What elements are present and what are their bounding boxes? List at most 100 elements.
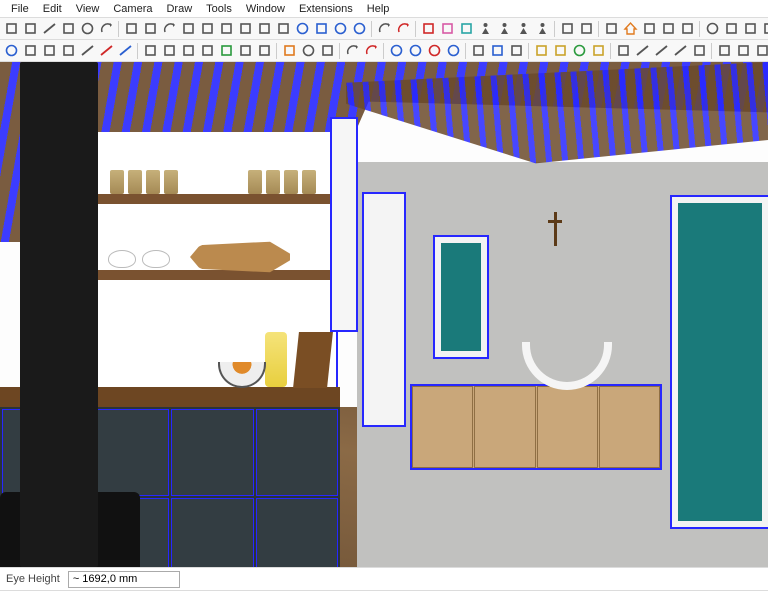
orbit-blue-icon[interactable] <box>444 42 462 60</box>
menu-view[interactable]: View <box>69 2 107 16</box>
toolbar-separator <box>528 43 529 59</box>
offset-icon[interactable] <box>198 20 216 38</box>
model-viewport[interactable] <box>0 62 768 567</box>
palette2-icon[interactable] <box>551 42 569 60</box>
walk-icon[interactable] <box>476 20 494 38</box>
toolbar-separator <box>465 43 466 59</box>
teapot <box>142 250 170 268</box>
curic1-icon[interactable] <box>753 42 768 60</box>
page3-icon[interactable] <box>659 20 677 38</box>
position-camera-icon[interactable] <box>514 20 532 38</box>
edge-icon[interactable] <box>78 42 96 60</box>
eraser-icon[interactable] <box>59 42 77 60</box>
warn-icon[interactable] <box>280 42 298 60</box>
plugin-e-icon[interactable] <box>236 42 254 60</box>
structural-column <box>330 117 358 332</box>
pushpull-icon[interactable] <box>122 20 140 38</box>
layers-blue-icon[interactable] <box>488 42 506 60</box>
select-icon[interactable] <box>21 42 39 60</box>
redo-icon[interactable] <box>394 20 412 38</box>
menu-edit[interactable]: Edit <box>36 2 69 16</box>
page2-icon[interactable] <box>640 20 658 38</box>
toolbar-separator <box>699 21 700 37</box>
zoom-extents-icon[interactable] <box>350 20 368 38</box>
menu-help[interactable]: Help <box>360 2 397 16</box>
zoom-extents-icon[interactable] <box>406 42 424 60</box>
plugin2-icon[interactable] <box>741 20 759 38</box>
next-scene-icon[interactable] <box>577 20 595 38</box>
axis-icon[interactable] <box>116 42 134 60</box>
toolbar-row-1 <box>0 18 768 40</box>
spiral-icon[interactable] <box>570 42 588 60</box>
layers-icon[interactable] <box>469 42 487 60</box>
eraser-icon[interactable] <box>21 20 39 38</box>
line-icon[interactable] <box>40 20 58 38</box>
toolbar-separator <box>276 43 277 59</box>
sideboard <box>410 384 662 470</box>
prev-scene-icon[interactable] <box>558 20 576 38</box>
globe-icon[interactable] <box>703 20 721 38</box>
arc-icon[interactable] <box>97 20 115 38</box>
protractor-icon[interactable] <box>236 20 254 38</box>
box-icon[interactable] <box>734 42 752 60</box>
vcb-input[interactable] <box>68 571 180 588</box>
palette-icon[interactable] <box>532 42 550 60</box>
rbz-pink-icon[interactable] <box>438 20 456 38</box>
text-icon[interactable] <box>255 20 273 38</box>
zoom-window-icon[interactable] <box>2 42 20 60</box>
move-icon[interactable] <box>141 20 159 38</box>
toolbar-separator <box>371 21 372 37</box>
menu-tools[interactable]: Tools <box>199 2 239 16</box>
undo-icon[interactable] <box>375 20 393 38</box>
book-icon[interactable] <box>589 42 607 60</box>
menu-extensions[interactable]: Extensions <box>292 2 360 16</box>
plugin-d-icon[interactable] <box>217 42 235 60</box>
edge-style-icon[interactable] <box>652 42 670 60</box>
plugin1-icon[interactable] <box>722 20 740 38</box>
zoom-icon[interactable] <box>331 20 349 38</box>
dim-icon[interactable] <box>671 42 689 60</box>
menu-window[interactable]: Window <box>239 2 292 16</box>
plugin-a-icon[interactable] <box>160 42 178 60</box>
select-face-icon[interactable] <box>141 42 159 60</box>
select-icon[interactable] <box>2 20 20 38</box>
undo-icon[interactable] <box>343 42 361 60</box>
sphere-icon[interactable] <box>299 42 317 60</box>
menu-file[interactable]: File <box>4 2 36 16</box>
look-icon[interactable] <box>495 20 513 38</box>
orbit-icon[interactable] <box>293 20 311 38</box>
jar <box>164 170 178 194</box>
tape-icon[interactable] <box>217 20 235 38</box>
person-icon[interactable] <box>533 20 551 38</box>
plugin-b-icon[interactable] <box>179 42 197 60</box>
pointer-icon[interactable] <box>40 42 58 60</box>
crop-icon[interactable] <box>690 42 708 60</box>
circle-icon[interactable] <box>78 20 96 38</box>
rectangle-icon[interactable] <box>59 20 77 38</box>
line-red-icon[interactable] <box>97 42 115 60</box>
redo-icon[interactable] <box>362 42 380 60</box>
plugin-c-icon[interactable] <box>198 42 216 60</box>
page-icon[interactable] <box>602 20 620 38</box>
scale-icon[interactable] <box>179 20 197 38</box>
toolbar-row-2 <box>0 40 768 62</box>
erase-icon[interactable] <box>715 42 733 60</box>
page4-icon[interactable] <box>678 20 696 38</box>
juice-jug <box>265 332 287 387</box>
image-icon[interactable] <box>614 42 632 60</box>
light-icon[interactable] <box>318 42 336 60</box>
rotate-icon[interactable] <box>160 20 178 38</box>
menu-draw[interactable]: Draw <box>159 2 199 16</box>
home-icon[interactable] <box>621 20 639 38</box>
menu-camera[interactable]: Camera <box>106 2 159 16</box>
rbz-red-icon[interactable] <box>419 20 437 38</box>
plugin-f-icon[interactable] <box>255 42 273 60</box>
layers-stack-icon[interactable] <box>507 42 525 60</box>
plugin3-icon[interactable] <box>760 20 768 38</box>
pan-icon[interactable] <box>312 20 330 38</box>
orbit-red-icon[interactable] <box>425 42 443 60</box>
ruler-icon[interactable] <box>633 42 651 60</box>
rbz-cyan-icon[interactable] <box>457 20 475 38</box>
zoom-icon[interactable] <box>387 42 405 60</box>
paint-icon[interactable] <box>274 20 292 38</box>
